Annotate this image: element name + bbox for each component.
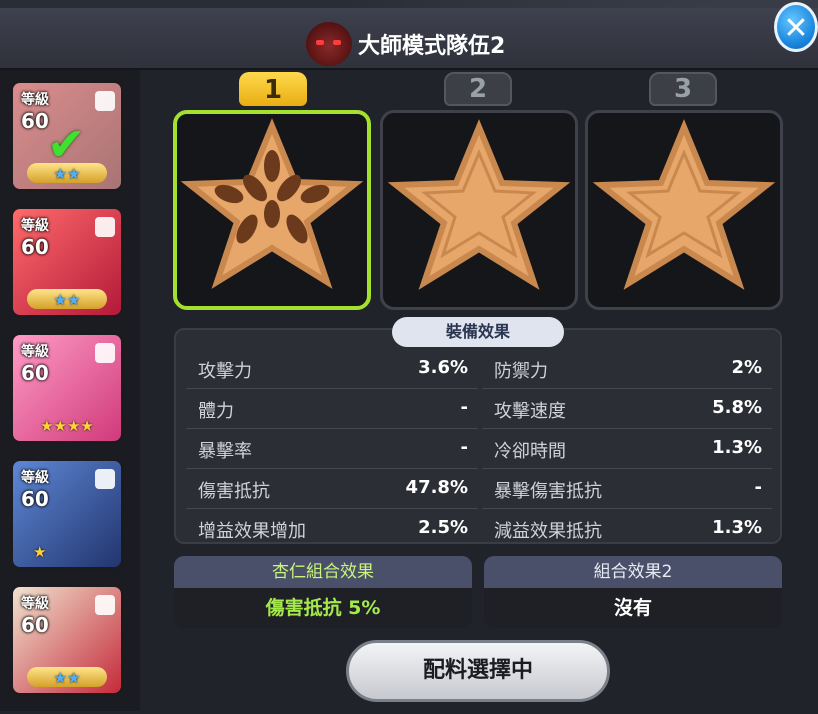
combo-effect-2: 組合效果2 沒有 — [484, 556, 782, 628]
stat-row: 體力 - — [186, 388, 478, 429]
magic-role-icon — [95, 343, 115, 363]
page-title: 大師模式隊伍2 — [358, 34, 506, 59]
level-label: 等級 — [21, 92, 49, 108]
star-rating: ★ — [33, 543, 47, 561]
support-role-icon — [95, 595, 115, 615]
stat-row: 暴擊率 - — [186, 428, 478, 469]
level-value: 60 — [21, 487, 49, 511]
stat-value: - — [754, 477, 762, 498]
level-label: 等級 — [21, 470, 49, 486]
level-label: 等級 — [21, 344, 49, 360]
stat-row: 暴擊傷害抵抗 - — [482, 468, 772, 509]
cookie-card-2[interactable]: 等級 60 ★★ — [10, 206, 124, 318]
effects-header: 裝備效果 — [392, 317, 564, 347]
cookie-card-4[interactable]: 等級 60 ★ — [10, 458, 124, 570]
stat-value: 1.3% — [712, 437, 762, 458]
tab-slot-1[interactable]: 1 — [239, 72, 307, 106]
shield-role-icon — [95, 217, 115, 237]
stat-value: - — [460, 437, 468, 458]
stat-name: 減益效果抵抗 — [494, 521, 602, 542]
level-label: 等級 — [21, 596, 49, 612]
stat-name: 體力 — [198, 401, 234, 422]
level-value: 60 — [21, 235, 49, 259]
topping-slot-2[interactable] — [380, 110, 578, 310]
tab-slot-2[interactable]: 2 — [444, 72, 512, 106]
combo-effect-1: 杏仁組合效果 傷害抵抗 5% — [174, 556, 472, 628]
stat-name: 傷害抵抗 — [198, 481, 270, 502]
cookie-card-3[interactable]: 等級 60 ★★★★ — [10, 332, 124, 444]
stat-row: 增益效果增加 2.5% — [186, 508, 478, 548]
close-button[interactable]: ✕ — [774, 2, 818, 52]
stat-value: - — [460, 397, 468, 418]
close-icon: ✕ — [783, 11, 809, 46]
stat-name: 防禦力 — [494, 361, 548, 382]
level-value: 60 — [21, 613, 49, 637]
stat-value: 1.3% — [712, 517, 762, 538]
cookie-card-5[interactable]: 等級 60 ★★ — [10, 584, 124, 696]
topping-slot-1[interactable] — [173, 110, 371, 310]
stat-value: 2.5% — [418, 517, 468, 538]
stat-value: 2% — [731, 357, 762, 378]
topping-select-button[interactable]: 配料選擇中 — [346, 640, 610, 702]
bomber-role-icon — [95, 469, 115, 489]
star-rating: ★★ — [53, 165, 81, 183]
stat-name: 冷卻時間 — [494, 441, 566, 462]
stat-row: 冷卻時間 1.3% — [482, 428, 772, 469]
topping-slot-3[interactable] — [585, 110, 783, 310]
stat-row: 攻擊速度 5.8% — [482, 388, 772, 429]
stat-name: 攻擊速度 — [494, 401, 566, 422]
combo-value: 沒有 — [613, 597, 652, 619]
combo-title: 杏仁組合效果 — [174, 556, 472, 588]
cookie-sidebar: 等級 60 ✔ ★★ 等級 60 ★★ 等級 60 ★★★★ 等級 60 ★ 等… — [0, 70, 140, 711]
tab-slot-3[interactable]: 3 — [649, 72, 717, 106]
title-wrap: 大師模式隊伍2 — [306, 22, 505, 66]
stat-row: 防禦力 2% — [482, 348, 772, 389]
stat-value: 5.8% — [712, 397, 762, 418]
empty-star-slot-icon — [592, 119, 776, 290]
almond-star-topping-icon — [180, 118, 364, 289]
star-rating: ★★ — [53, 291, 81, 309]
empty-star-slot-icon — [387, 119, 571, 290]
stat-name: 攻擊力 — [198, 361, 252, 382]
combo-value: 傷害抵抗 5% — [265, 597, 381, 619]
stat-row: 減益效果抵抗 1.3% — [482, 508, 772, 548]
stat-value: 3.6% — [418, 357, 468, 378]
star-rating: ★★ — [53, 669, 81, 687]
header-bar: 大師模式隊伍2 — [0, 8, 818, 70]
stat-name: 暴擊率 — [198, 441, 252, 462]
combo-title: 組合效果2 — [484, 556, 782, 588]
stat-name: 暴擊傷害抵抗 — [494, 481, 602, 502]
stat-name: 增益效果增加 — [198, 521, 306, 542]
stat-row: 攻擊力 3.6% — [186, 348, 478, 389]
level-value: 60 — [21, 361, 49, 385]
level-label: 等級 — [21, 218, 49, 234]
cookie-portrait-icon — [306, 22, 352, 66]
stat-value: 47.8% — [405, 477, 468, 498]
fist-role-icon — [95, 91, 115, 111]
cookie-card-1[interactable]: 等級 60 ✔ ★★ — [10, 80, 124, 192]
stat-row: 傷害抵抗 47.8% — [186, 468, 478, 509]
level-value: 60 — [21, 109, 49, 133]
star-rating: ★★★★ — [40, 417, 94, 435]
